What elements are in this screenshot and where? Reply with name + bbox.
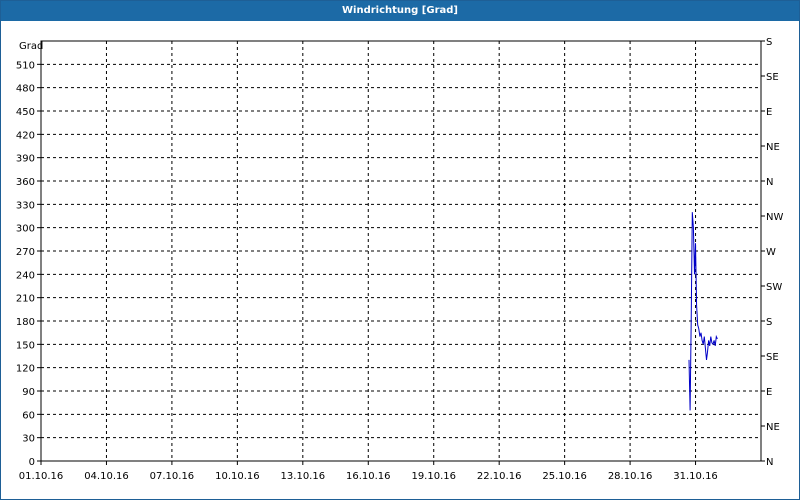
y-tick-label: 120 xyxy=(16,364,35,375)
y-tick-label: 450 xyxy=(16,107,35,118)
y-tick-label: 0 xyxy=(29,457,35,468)
x-tick-label: 28.10.16 xyxy=(608,471,653,482)
right-axis-ticks: N NE E SE S SW W NW N NE E SE S xyxy=(761,37,783,468)
y-tick-label: 420 xyxy=(16,130,35,141)
y-tick-label: 480 xyxy=(16,84,35,95)
y-tick-label: 270 xyxy=(16,247,35,258)
y-tick-label: 60 xyxy=(22,410,35,421)
x-tick-label: 13.10.16 xyxy=(281,471,326,482)
wind-direction-chart: 0 30 60 90 120 150 180 210 240 270 300 330 360 390 420… xyxy=(16,37,784,482)
right-tick-label: W xyxy=(766,247,776,258)
x-tick-label: 19.10.16 xyxy=(411,471,456,482)
x-axis-ticks: 01.10.16 04.10.16 07.10.16 10.10.16 13.10.16… xyxy=(19,461,718,482)
y-tick-label: 240 xyxy=(16,270,35,281)
x-tick-label: 01.10.16 xyxy=(19,471,64,482)
right-tick-label: SE xyxy=(766,72,779,83)
x-tick-label: 25.10.16 xyxy=(542,471,587,482)
x-tick-label: 10.10.16 xyxy=(215,471,260,482)
y-tick-label: 390 xyxy=(16,154,35,165)
y-tick-label: 180 xyxy=(16,317,35,328)
right-tick-label: NE xyxy=(766,422,780,433)
right-tick-label: NW xyxy=(766,212,783,223)
y-tick-label: 360 xyxy=(16,177,35,188)
y-tick-label: 90 xyxy=(22,387,35,398)
y-tick-label: 30 xyxy=(22,434,35,445)
right-tick-label: SW xyxy=(766,282,782,293)
right-tick-label: NE xyxy=(766,142,780,153)
y-tick-label: 330 xyxy=(16,200,35,211)
y-tick-label: 150 xyxy=(16,340,35,351)
right-tick-label: N xyxy=(766,177,773,188)
right-tick-label: S xyxy=(766,317,772,328)
right-tick-label: E xyxy=(766,107,772,118)
x-tick-label: 04.10.16 xyxy=(84,471,129,482)
y-tick-label: 300 xyxy=(16,224,35,235)
right-tick-label: E xyxy=(766,387,772,398)
y-tick-label: 510 xyxy=(16,60,35,71)
x-tick-label: 31.10.16 xyxy=(673,471,718,482)
x-tick-label: 16.10.16 xyxy=(346,471,391,482)
y-axis-label: Grad xyxy=(19,41,43,52)
y-axis-ticks: 0 30 60 90 120 150 180 210 240 270 300 330 360 390 420… xyxy=(16,60,41,468)
right-tick-label: S xyxy=(766,37,772,48)
right-tick-label: SE xyxy=(766,352,779,363)
right-tick-label: N xyxy=(766,457,773,468)
y-tick-label: 210 xyxy=(16,294,35,305)
x-tick-label: 07.10.16 xyxy=(150,471,195,482)
chart-window: Windrichtung [Grad] 0 30 60 90 120 150 180 210 2… xyxy=(0,0,800,500)
x-tick-label: 22.10.16 xyxy=(477,471,522,482)
